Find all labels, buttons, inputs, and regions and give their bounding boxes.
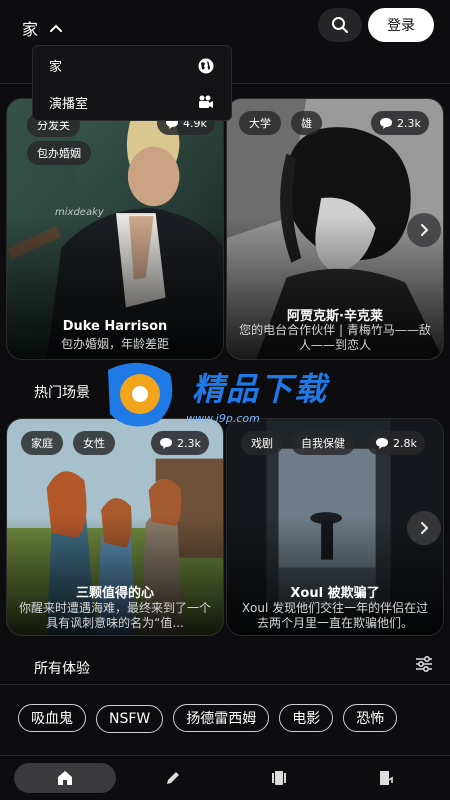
- card-title: Duke Harrison: [62, 319, 168, 334]
- genre-chip[interactable]: 恐怖: [343, 704, 398, 732]
- chat-bubble-icon: [376, 438, 388, 449]
- watermark-url: www.j9p.com: [186, 412, 260, 425]
- card-description: 你醒来时遭遇海难，最终来到了一个具有讽刺意味的名为“值...: [18, 601, 211, 630]
- login-button[interactable]: 登录: [368, 8, 434, 42]
- card-description: 您的电台合作伙伴 | 青梅竹马——敌人——到恋人: [239, 323, 431, 352]
- home-menu-toggle[interactable]: 家: [22, 16, 64, 40]
- cards-icon: [272, 771, 286, 785]
- chevron-up-icon: [50, 24, 63, 32]
- home-icon: [58, 771, 72, 785]
- home-dropdown-menu: 家 演播室: [32, 45, 232, 121]
- site-watermark: 精品下载 www.j9p.com: [100, 358, 360, 428]
- search-button[interactable]: [318, 8, 362, 42]
- menu-item-label: 演播室: [49, 97, 89, 112]
- artist-watermark: mixdeaky: [55, 207, 104, 218]
- chat-bubble-icon: [380, 118, 392, 129]
- pencil-icon: [167, 772, 179, 784]
- menu-item-studio[interactable]: 演播室: [33, 84, 231, 121]
- nav-create-button[interactable]: [160, 763, 186, 793]
- card-description: 包办婚姻，年龄差距: [60, 337, 169, 351]
- watermark-text: 精品下载: [192, 370, 329, 408]
- message-count: 2.8k: [393, 436, 417, 450]
- tag-chip[interactable]: 戏剧: [241, 431, 283, 455]
- next-arrow-button[interactable]: [407, 213, 441, 247]
- menu-item-home[interactable]: 家: [33, 47, 231, 84]
- tag-chip[interactable]: 包办婚姻: [27, 141, 91, 165]
- card-title: 阿贾克斯·辛克莱: [287, 309, 383, 324]
- nav-library-button[interactable]: [266, 763, 292, 793]
- genre-chip[interactable]: 电影: [279, 704, 334, 732]
- card-title: Xoul 被欺骗了: [290, 586, 380, 601]
- tag-chip[interactable]: 雄: [291, 111, 322, 135]
- camera-icon: [199, 95, 213, 108]
- chat-bubble-icon: [160, 438, 172, 449]
- genre-chip[interactable]: 扬德雷西姆: [173, 704, 270, 732]
- chevron-right-icon: [421, 522, 429, 534]
- scene-card-xoul-deceived[interactable]: 戏剧 自我保健 2.8k Xoul 被欺骗了 Xoul 发现他们交往一年的伴侣在…: [226, 418, 444, 636]
- all-experiences-heading: 所有体验: [34, 661, 90, 677]
- search-icon: [332, 17, 348, 33]
- message-count-badge: 2.8k: [367, 431, 425, 455]
- nav-divider: [0, 755, 450, 756]
- nav-home-button[interactable]: [14, 763, 116, 793]
- featured-card-duke-harrison[interactable]: 分发关 包办婚姻 4.9k mixdeaky Duke Harrison 包办婚…: [6, 98, 224, 360]
- chevron-right-icon: [421, 224, 429, 236]
- tag-chip[interactable]: 自我保健: [291, 431, 355, 455]
- tag-chip[interactable]: 大学: [239, 111, 281, 135]
- popular-scenes-heading: 热门场景: [34, 385, 90, 401]
- card-title: 三颗值得的心: [75, 586, 154, 601]
- featured-card-ajax-sinclair[interactable]: 大学 雄 2.3k 阿贾克斯·辛克莱 您的电台合作伙伴 | 青梅竹马——敌人——…: [226, 98, 444, 360]
- genre-chip-row: 吸血鬼 NSFW 扬德雷西姆 电影 恐怖: [18, 704, 450, 734]
- home-label: 家: [22, 20, 39, 39]
- genre-chip[interactable]: 吸血鬼: [18, 704, 86, 732]
- bottom-navigation: [0, 757, 450, 800]
- globe-icon: [198, 58, 214, 73]
- tag-chip[interactable]: 女性: [73, 431, 115, 455]
- nav-exit-button[interactable]: [372, 763, 398, 793]
- filter-sliders-icon[interactable]: [414, 654, 434, 674]
- door-icon: [380, 771, 393, 785]
- message-count-badge: 2.3k: [371, 111, 429, 135]
- next-arrow-button[interactable]: [407, 511, 441, 545]
- message-count: 2.3k: [397, 116, 421, 130]
- message-count: 2.3k: [177, 436, 201, 450]
- genre-chip[interactable]: NSFW: [96, 705, 164, 733]
- tag-chip[interactable]: 家庭: [21, 431, 63, 455]
- message-count-badge: 2.3k: [151, 431, 209, 455]
- watermark-logo-icon: [108, 362, 173, 427]
- scene-card-three-hearts[interactable]: 家庭 女性 2.3k 三颗值得的心 你醒来时遭遇海难，最终来到了一个具有讽刺意味…: [6, 418, 224, 636]
- section-divider: [0, 684, 450, 685]
- menu-item-label: 家: [49, 60, 63, 75]
- card-description: Xoul 发现他们交往一年的伴侣在过去两个月里一直在欺骗他们。: [241, 601, 429, 630]
